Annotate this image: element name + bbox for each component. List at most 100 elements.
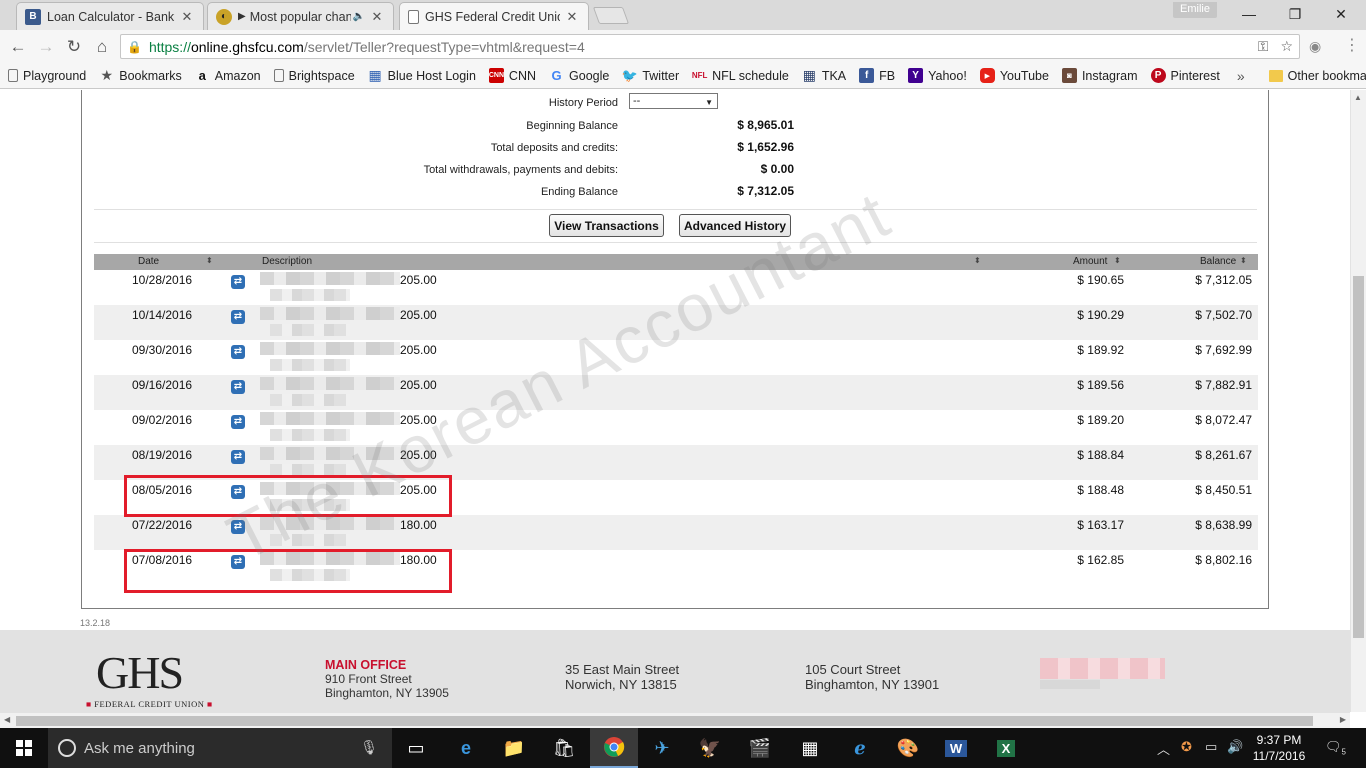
detail-icon[interactable]: ⇄	[231, 415, 245, 429]
scroll-up-icon[interactable]: ▲	[1354, 93, 1362, 102]
task-view-icon[interactable]: ▭	[392, 728, 440, 768]
forward-icon[interactable]: →	[35, 36, 57, 58]
tab-loan-calculator[interactable]: B Loan Calculator - Bankrate ✕	[16, 2, 204, 30]
norwich-office-address: 35 East Main Street Norwich, NY 13815	[565, 662, 680, 692]
notifications-icon[interactable]: 🗨5	[1325, 739, 1346, 757]
app-icon[interactable]: 🦅	[686, 728, 734, 768]
sort-icon[interactable]: ⬍	[974, 256, 981, 265]
scrollbar-thumb[interactable]	[16, 716, 1313, 726]
horizontal-scrollbar[interactable]: ◀ ▶	[0, 712, 1350, 728]
bookmark-fb[interactable]: f FB	[859, 68, 895, 83]
bookmark-blue-host[interactable]: ▦ Blue Host Login	[368, 67, 476, 83]
tab-most-popular[interactable]: ◐ ▶ Most popular chan 🔈 ✕	[207, 2, 394, 30]
detail-icon[interactable]: ⇄	[231, 275, 245, 289]
speaker-icon[interactable]: 🔈	[353, 11, 365, 22]
sort-icon[interactable]: ⬍	[206, 256, 213, 265]
restore-icon[interactable]: ❐	[1272, 0, 1318, 28]
volume-icon[interactable]: 🔊	[1227, 739, 1243, 755]
address-bar[interactable]: 🔒 https://online.ghsfcu.com/servlet/Tell…	[120, 34, 1300, 59]
paint-icon[interactable]: 🎨	[884, 728, 932, 768]
tab-title: GHS Federal Credit Union	[425, 9, 560, 24]
date-cell: 10/28/2016	[132, 273, 193, 287]
divider	[94, 209, 1257, 210]
detail-icon[interactable]: ⇄	[231, 310, 245, 324]
scroll-right-icon[interactable]: ▶	[1340, 715, 1346, 724]
close-tab-icon[interactable]: ✕	[179, 9, 195, 25]
balance-cell: $ 8,802.16	[1195, 553, 1252, 567]
cortana-search-box[interactable]: Ask me anything 🎙	[48, 728, 392, 768]
store-icon[interactable]: 🛍	[540, 728, 588, 768]
minimize-icon[interactable]: —	[1226, 0, 1272, 28]
excel-icon[interactable]: X	[982, 728, 1030, 768]
menu-icon[interactable]: ⋮	[1344, 35, 1360, 55]
bookmark-yahoo[interactable]: Y Yahoo!	[908, 68, 967, 83]
movie-maker-icon[interactable]: 🎬	[736, 728, 784, 768]
sort-icon[interactable]: ⬍	[1114, 256, 1121, 265]
new-tab-button[interactable]	[592, 7, 630, 24]
bookmark-bookmarks[interactable]: ★ Bookmarks	[99, 67, 181, 83]
edge-browser-icon[interactable]: e	[442, 728, 490, 768]
sort-icon[interactable]: ⬍	[1240, 256, 1247, 265]
balance-column-header[interactable]: Balance	[1200, 256, 1236, 267]
close-tab-icon[interactable]: ✕	[564, 9, 580, 25]
deposits-value: $ 1,652.96	[737, 140, 794, 154]
bookmark-amazon[interactable]: a Amazon	[195, 68, 261, 83]
detail-icon[interactable]: ⇄	[231, 380, 245, 394]
bookmark-youtube[interactable]: ▶ YouTube	[979, 68, 1049, 83]
balance-cell: $ 8,638.99	[1195, 518, 1252, 532]
table-row[interactable]: 09/02/2016 ⇄ 205.00 $ 189.20 $ 8,072.47	[94, 410, 1258, 445]
close-window-icon[interactable]: ✕	[1318, 0, 1364, 28]
vertical-scrollbar[interactable]: ▲	[1350, 90, 1366, 712]
bookmark-nfl[interactable]: NFL NFL schedule	[692, 68, 789, 83]
app-icon[interactable]: ✈	[638, 728, 686, 768]
instagram-icon: ◙	[1061, 68, 1077, 83]
tray-app-icon[interactable]: ✪	[1181, 739, 1192, 755]
back-icon[interactable]: ←	[7, 36, 29, 58]
bookmark-instagram[interactable]: ◙ Instagram	[1061, 68, 1138, 83]
bookmark-star-icon[interactable]: ☆	[1280, 38, 1293, 55]
amount-column-header[interactable]: Amount	[1073, 256, 1107, 267]
detail-icon[interactable]: ⇄	[231, 450, 245, 464]
bookmark-tka[interactable]: ▦ TKA	[802, 67, 846, 83]
calculator-icon[interactable]: ▦	[786, 728, 834, 768]
date-column-header[interactable]: Date	[138, 256, 159, 267]
scrollbar-thumb[interactable]	[1353, 276, 1364, 638]
cnn-icon: CNN	[489, 68, 504, 83]
view-transactions-button[interactable]: View Transactions	[549, 214, 664, 237]
bookmark-brightspace[interactable]: Brightspace	[273, 69, 355, 83]
bookmark-cnn[interactable]: CNN CNN	[489, 68, 536, 83]
word-icon[interactable]: W	[932, 728, 980, 768]
close-tab-icon[interactable]: ✕	[369, 9, 385, 25]
bookmarks-overflow-button[interactable]: »	[1237, 68, 1245, 84]
internet-explorer-icon[interactable]: ℯ	[836, 728, 884, 768]
microphone-icon[interactable]: 🎙	[360, 739, 378, 756]
date-cell: 07/22/2016	[132, 518, 193, 532]
description-amount: 205.00	[400, 343, 437, 357]
home-icon[interactable]: ⌂	[91, 36, 113, 58]
description-column-header[interactable]: Description	[262, 256, 312, 267]
extension-icon[interactable]: ◉	[1309, 38, 1321, 55]
reload-icon[interactable]: ↻	[63, 36, 85, 58]
bookmark-playground[interactable]: Playground	[8, 69, 86, 83]
start-button[interactable]	[0, 728, 48, 768]
bookmark-twitter[interactable]: 🐦 Twitter	[622, 68, 679, 83]
history-period-select[interactable]: -- ▼	[629, 93, 718, 109]
tab-ghs-federal[interactable]: GHS Federal Credit Union ✕	[399, 2, 589, 30]
tray-expand-icon[interactable]: ︿	[1157, 739, 1170, 758]
profile-button[interactable]: Emilie	[1173, 2, 1217, 18]
scroll-left-icon[interactable]: ◀	[4, 715, 10, 724]
court-street-office-address: 105 Court Street Binghamton, NY 13901	[805, 662, 940, 692]
table-row[interactable]: 09/16/2016 ⇄ 205.00 $ 189.56 $ 7,882.91	[94, 375, 1258, 410]
facebook-icon: f	[859, 68, 875, 83]
bookmark-pinterest[interactable]: P Pinterest	[1150, 68, 1220, 83]
system-clock[interactable]: 9:37 PM 11/7/2016	[1243, 732, 1315, 764]
bookmark-google[interactable]: G Google	[549, 68, 609, 83]
bookmark-other[interactable]: Other bookmarks	[1268, 69, 1366, 83]
key-icon[interactable]: ⚿	[1258, 38, 1269, 55]
detail-icon[interactable]: ⇄	[231, 345, 245, 359]
description-amount: 180.00	[400, 518, 437, 532]
chrome-icon[interactable]	[590, 728, 638, 768]
file-explorer-icon[interactable]: 📁	[490, 728, 538, 768]
battery-icon[interactable]: ▭	[1205, 739, 1217, 755]
nfl-icon: NFL	[691, 71, 708, 80]
